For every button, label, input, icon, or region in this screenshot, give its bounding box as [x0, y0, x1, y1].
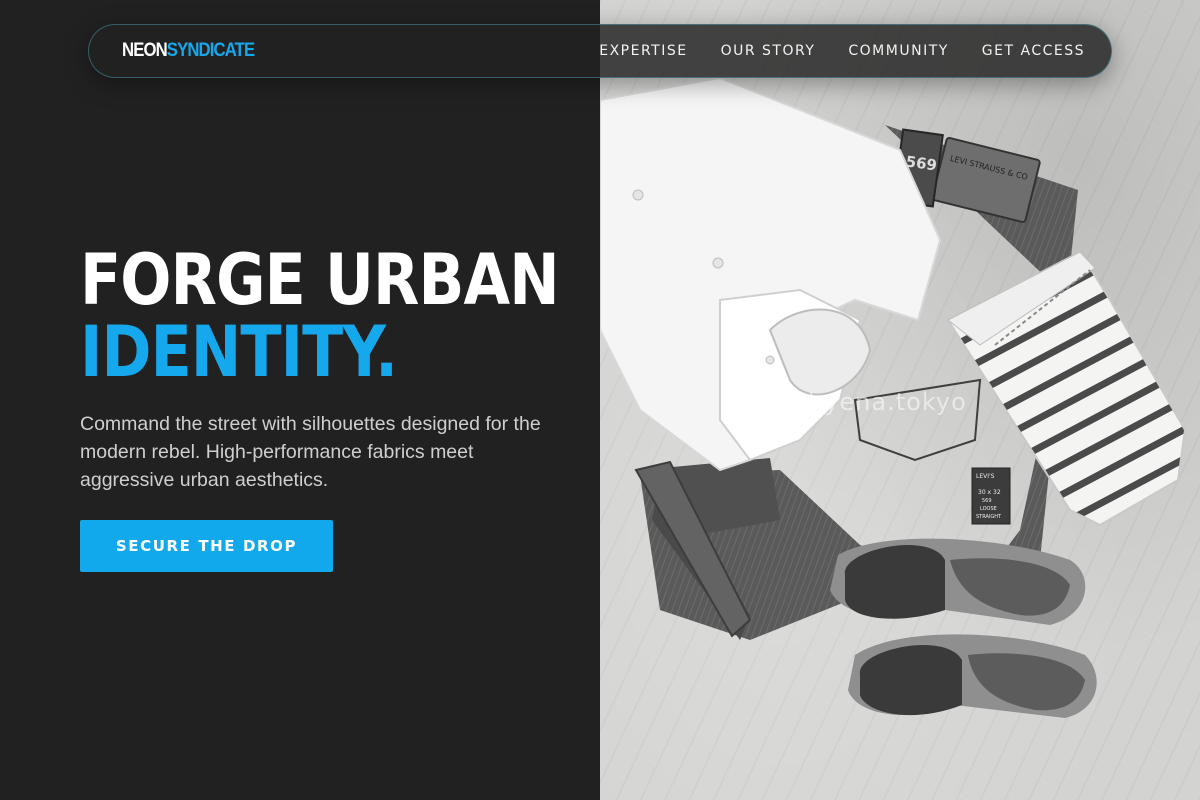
- brand-logo-part2: SYNDICATE: [166, 40, 255, 61]
- hero-title: FORGE URBAN IDENTITY.: [80, 239, 560, 393]
- size-line-4: STRAIGHT: [976, 514, 1002, 520]
- hero-title-line2: IDENTITY.: [80, 311, 398, 393]
- size-line-2: 569: [982, 498, 992, 504]
- nav-link-get-access[interactable]: GET ACCESS: [982, 43, 1085, 59]
- top-navbar: NEON SYNDICATE EXPERTISE OUR STORY COMMUN…: [88, 24, 1112, 78]
- size-line-3: LOOSE: [980, 506, 997, 512]
- brand-logo[interactable]: NEON SYNDICATE: [122, 40, 255, 62]
- nav-link-expertise[interactable]: EXPERTISE: [599, 43, 687, 59]
- hero-description: Command the street with silhouettes desi…: [80, 413, 541, 491]
- photo-watermark: hyena.tokyo: [808, 388, 967, 416]
- secure-the-drop-button[interactable]: SECURE THE DROP: [80, 520, 333, 572]
- pocket-brand: LEVI'S: [976, 473, 995, 480]
- brand-logo-part1: NEON: [122, 40, 168, 61]
- size-line-1: 30 x 32: [978, 489, 1001, 496]
- nav-link-community[interactable]: COMMUNITY: [848, 43, 948, 59]
- nav-links: EXPERTISE OUR STORY COMMUNITY GET ACCESS: [599, 43, 1085, 59]
- nav-link-our-story[interactable]: OUR STORY: [721, 43, 816, 59]
- sandals: [830, 538, 1097, 718]
- hero-panel: [0, 0, 600, 800]
- hero-title-line1: FORGE URBAN: [80, 239, 560, 321]
